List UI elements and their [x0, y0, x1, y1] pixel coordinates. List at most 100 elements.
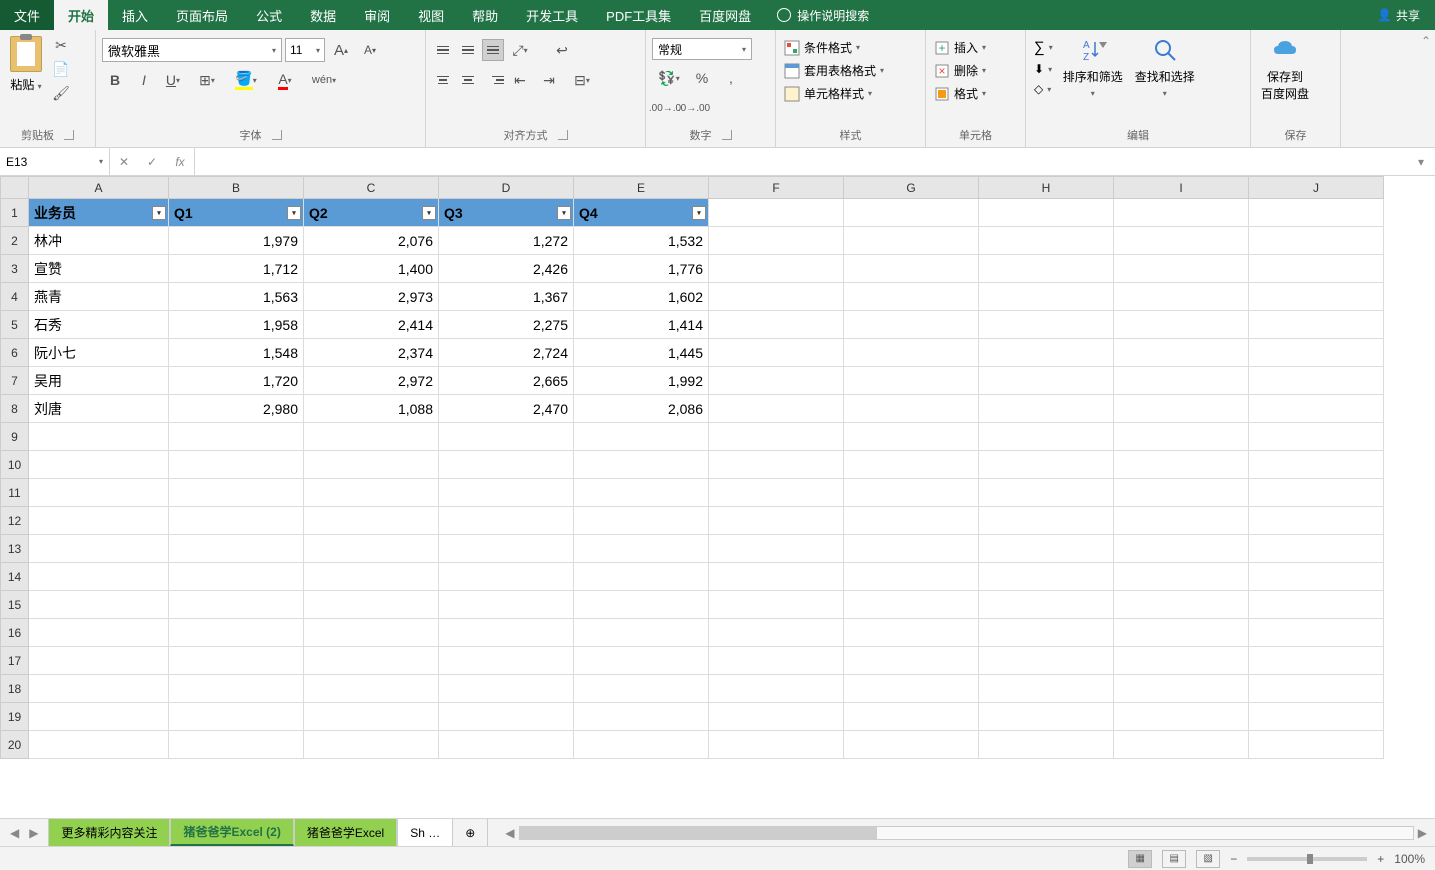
decrease-decimal-button[interactable]: .0→.00	[681, 96, 707, 120]
zoom-slider[interactable]	[1247, 857, 1367, 861]
tab-insert[interactable]: 插入	[108, 0, 162, 30]
currency-button[interactable]: 💱▾	[652, 66, 686, 90]
tab-home[interactable]: 开始	[54, 0, 108, 30]
cell-E13[interactable]	[574, 535, 709, 563]
align-top-button[interactable]	[432, 39, 454, 61]
cell-B1[interactable]: Q1▾	[169, 199, 304, 227]
scroll-right-button[interactable]: ▶	[1414, 826, 1431, 840]
cell-C7[interactable]: 2,972	[304, 367, 439, 395]
cell-D6[interactable]: 2,724	[439, 339, 574, 367]
cell-G18[interactable]	[844, 675, 979, 703]
cell-A14[interactable]	[29, 563, 169, 591]
cell-C18[interactable]	[304, 675, 439, 703]
tab-formula[interactable]: 公式	[242, 0, 296, 30]
cell-E14[interactable]	[574, 563, 709, 591]
filter-button[interactable]: ▾	[152, 206, 166, 220]
row-header-9[interactable]: 9	[1, 423, 29, 451]
col-header-A[interactable]: A	[29, 177, 169, 199]
cell-C3[interactable]: 1,400	[304, 255, 439, 283]
cell-D2[interactable]: 1,272	[439, 227, 574, 255]
copy-button[interactable]: 📄	[50, 58, 72, 80]
cell-J7[interactable]	[1249, 367, 1384, 395]
row-header-4[interactable]: 4	[1, 283, 29, 311]
zoom-out-button[interactable]: −	[1230, 852, 1237, 866]
cell-B7[interactable]: 1,720	[169, 367, 304, 395]
cell-I3[interactable]	[1114, 255, 1249, 283]
row-header-19[interactable]: 19	[1, 703, 29, 731]
indent-decrease-button[interactable]: ⇤	[507, 68, 533, 92]
align-middle-button[interactable]	[457, 39, 479, 61]
col-header-J[interactable]: J	[1249, 177, 1384, 199]
cell-I18[interactable]	[1114, 675, 1249, 703]
cell-A2[interactable]: 林冲	[29, 227, 169, 255]
cell-A4[interactable]: 燕青	[29, 283, 169, 311]
cell-E15[interactable]	[574, 591, 709, 619]
cell-B11[interactable]	[169, 479, 304, 507]
tell-me-search[interactable]: 操作说明搜索	[765, 0, 881, 30]
cell-D17[interactable]	[439, 647, 574, 675]
cell-G8[interactable]	[844, 395, 979, 423]
confirm-formula-button[interactable]: ✓	[138, 148, 166, 175]
cell-E18[interactable]	[574, 675, 709, 703]
cell-I19[interactable]	[1114, 703, 1249, 731]
cell-E4[interactable]: 1,602	[574, 283, 709, 311]
cell-H9[interactable]	[979, 423, 1114, 451]
tab-help[interactable]: 帮助	[458, 0, 512, 30]
tab-dev[interactable]: 开发工具	[512, 0, 592, 30]
align-right-button[interactable]	[482, 69, 504, 91]
cell-H5[interactable]	[979, 311, 1114, 339]
cell-H18[interactable]	[979, 675, 1114, 703]
cell-G6[interactable]	[844, 339, 979, 367]
row-header-11[interactable]: 11	[1, 479, 29, 507]
col-header-E[interactable]: E	[574, 177, 709, 199]
cell-B6[interactable]: 1,548	[169, 339, 304, 367]
cell-I12[interactable]	[1114, 507, 1249, 535]
row-header-8[interactable]: 8	[1, 395, 29, 423]
cell-J2[interactable]	[1249, 227, 1384, 255]
cell-G4[interactable]	[844, 283, 979, 311]
cell-F8[interactable]	[709, 395, 844, 423]
zoom-level[interactable]: 100%	[1394, 852, 1425, 866]
cell-E19[interactable]	[574, 703, 709, 731]
row-header-16[interactable]: 16	[1, 619, 29, 647]
spreadsheet-grid[interactable]: ABCDEFGHIJ1业务员▾Q1▾Q2▾Q3▾Q4▾2林冲1,9792,076…	[0, 176, 1384, 759]
cell-C1[interactable]: Q2▾	[304, 199, 439, 227]
cell-D11[interactable]	[439, 479, 574, 507]
cell-D13[interactable]	[439, 535, 574, 563]
cell-D18[interactable]	[439, 675, 574, 703]
cell-I1[interactable]	[1114, 199, 1249, 227]
cell-E1[interactable]: Q4▾	[574, 199, 709, 227]
cell-A3[interactable]: 宣赞	[29, 255, 169, 283]
cell-F4[interactable]	[709, 283, 844, 311]
cell-I6[interactable]	[1114, 339, 1249, 367]
cell-styles-button[interactable]: 单元格样式▾	[782, 84, 874, 103]
cell-C8[interactable]: 1,088	[304, 395, 439, 423]
cell-F6[interactable]	[709, 339, 844, 367]
sheet-tab-1[interactable]: 猪爸爸学Excel (2)	[170, 819, 293, 846]
cell-F7[interactable]	[709, 367, 844, 395]
cell-G5[interactable]	[844, 311, 979, 339]
tab-data[interactable]: 数据	[296, 0, 350, 30]
cell-J3[interactable]	[1249, 255, 1384, 283]
cell-J9[interactable]	[1249, 423, 1384, 451]
cell-J10[interactable]	[1249, 451, 1384, 479]
col-header-C[interactable]: C	[304, 177, 439, 199]
cell-H7[interactable]	[979, 367, 1114, 395]
col-header-B[interactable]: B	[169, 177, 304, 199]
tab-file[interactable]: 文件	[0, 0, 54, 30]
sheet-tab-3[interactable]: Sh …	[397, 819, 453, 846]
cell-D7[interactable]: 2,665	[439, 367, 574, 395]
sheet-nav-prev[interactable]: ◀	[10, 826, 19, 840]
cell-A1[interactable]: 业务员▾	[29, 199, 169, 227]
cell-B8[interactable]: 2,980	[169, 395, 304, 423]
cell-D16[interactable]	[439, 619, 574, 647]
cell-J6[interactable]	[1249, 339, 1384, 367]
cell-D14[interactable]	[439, 563, 574, 591]
cell-G17[interactable]	[844, 647, 979, 675]
cell-G10[interactable]	[844, 451, 979, 479]
cell-B5[interactable]: 1,958	[169, 311, 304, 339]
autosum-button[interactable]: ∑▾	[1032, 38, 1055, 57]
cell-D20[interactable]	[439, 731, 574, 759]
cell-F12[interactable]	[709, 507, 844, 535]
cell-H12[interactable]	[979, 507, 1114, 535]
